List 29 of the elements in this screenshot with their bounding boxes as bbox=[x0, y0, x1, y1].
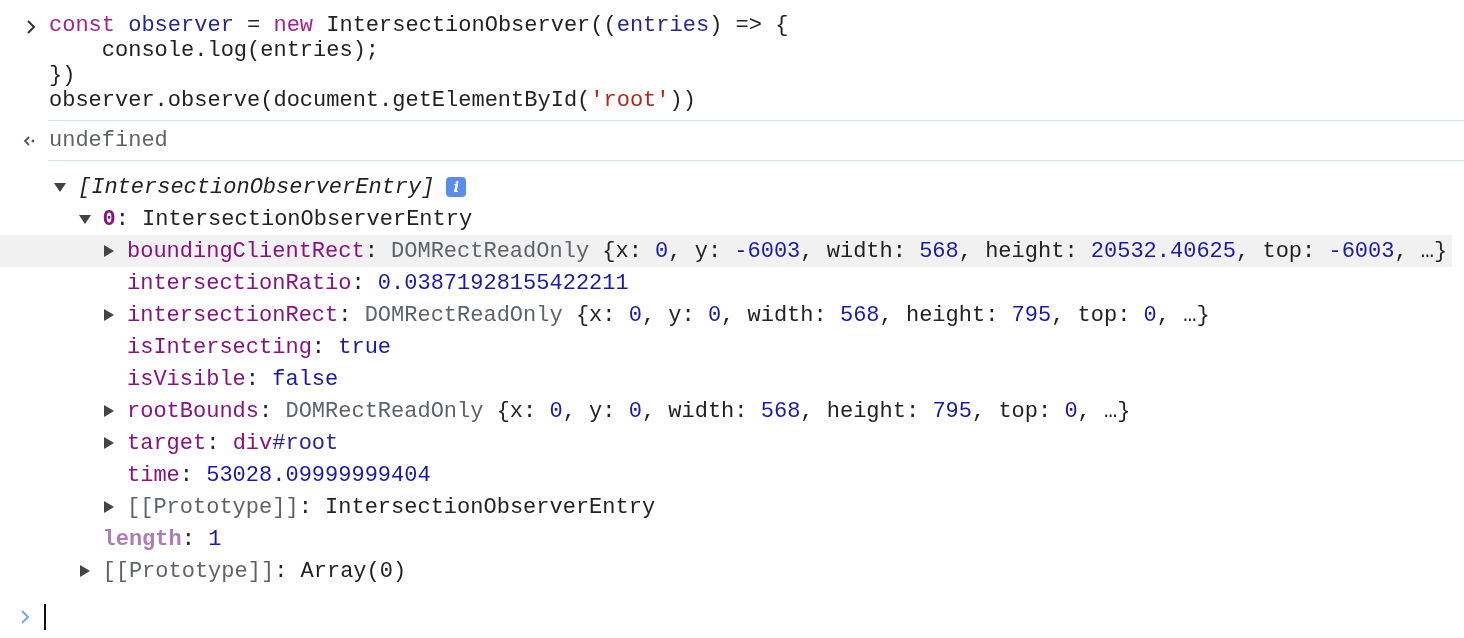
code-line: }) bbox=[49, 63, 77, 88]
collapsed-triangle-icon[interactable] bbox=[102, 404, 116, 418]
property-entry[interactable]: target: div#root bbox=[127, 426, 339, 460]
property-entry[interactable]: [IntersectionObserverEntry] bbox=[78, 170, 435, 204]
expanded-triangle-icon[interactable] bbox=[77, 212, 92, 226]
prompt-chevron-icon bbox=[20, 610, 30, 624]
return-value: undefined bbox=[49, 127, 168, 155]
collapsed-triangle-icon[interactable] bbox=[102, 308, 116, 322]
code-line: observer.observe(document.getElementById('root')) bbox=[49, 88, 697, 113]
property-entry[interactable]: [[Prototype]]: IntersectionObserverEntry bbox=[127, 490, 656, 524]
expanded-triangle-icon[interactable] bbox=[53, 180, 67, 194]
property-entry[interactable]: intersectionRect: DOMRectReadOnly {x: 0, y: 0, width: 568, height: 795, top: 0, …} bbox=[127, 298, 1210, 332]
property-entry[interactable]: boundingClientRect: DOMRectReadOnly {x: 0, y: -6003, width: 568, height: 20532.40625, top: -6003, …} bbox=[127, 234, 1448, 268]
property-entry: isVisible: false bbox=[127, 365, 339, 394]
collapsed-triangle-icon[interactable] bbox=[77, 564, 92, 578]
prompt-chevron-icon bbox=[25, 20, 36, 34]
collapsed-triangle-icon[interactable] bbox=[102, 244, 116, 258]
return-arrow-icon bbox=[22, 133, 37, 148]
property-entry[interactable]: rootBounds: DOMRectReadOnly {x: 0, y: 0, width: 568, height: 795, top: 0, …} bbox=[127, 394, 1131, 428]
code-line: const observer = new IntersectionObserver((entries) => { bbox=[49, 13, 789, 38]
property-entry: intersectionRatio: 0.03871928155422211 bbox=[127, 269, 629, 298]
property-entry: isIntersecting: true bbox=[127, 333, 392, 362]
code-line: console.log(entries); bbox=[100, 38, 381, 63]
property-entry[interactable]: [[Prototype]]: Array(0) bbox=[102, 554, 407, 588]
property-entry[interactable]: 0: IntersectionObserverEntry bbox=[102, 202, 473, 236]
property-entry: length: 1 bbox=[102, 525, 222, 554]
collapsed-triangle-icon[interactable] bbox=[102, 500, 116, 514]
collapsed-triangle-icon[interactable] bbox=[102, 436, 116, 450]
property-entry: time: 53028.09999999404 bbox=[127, 461, 431, 490]
